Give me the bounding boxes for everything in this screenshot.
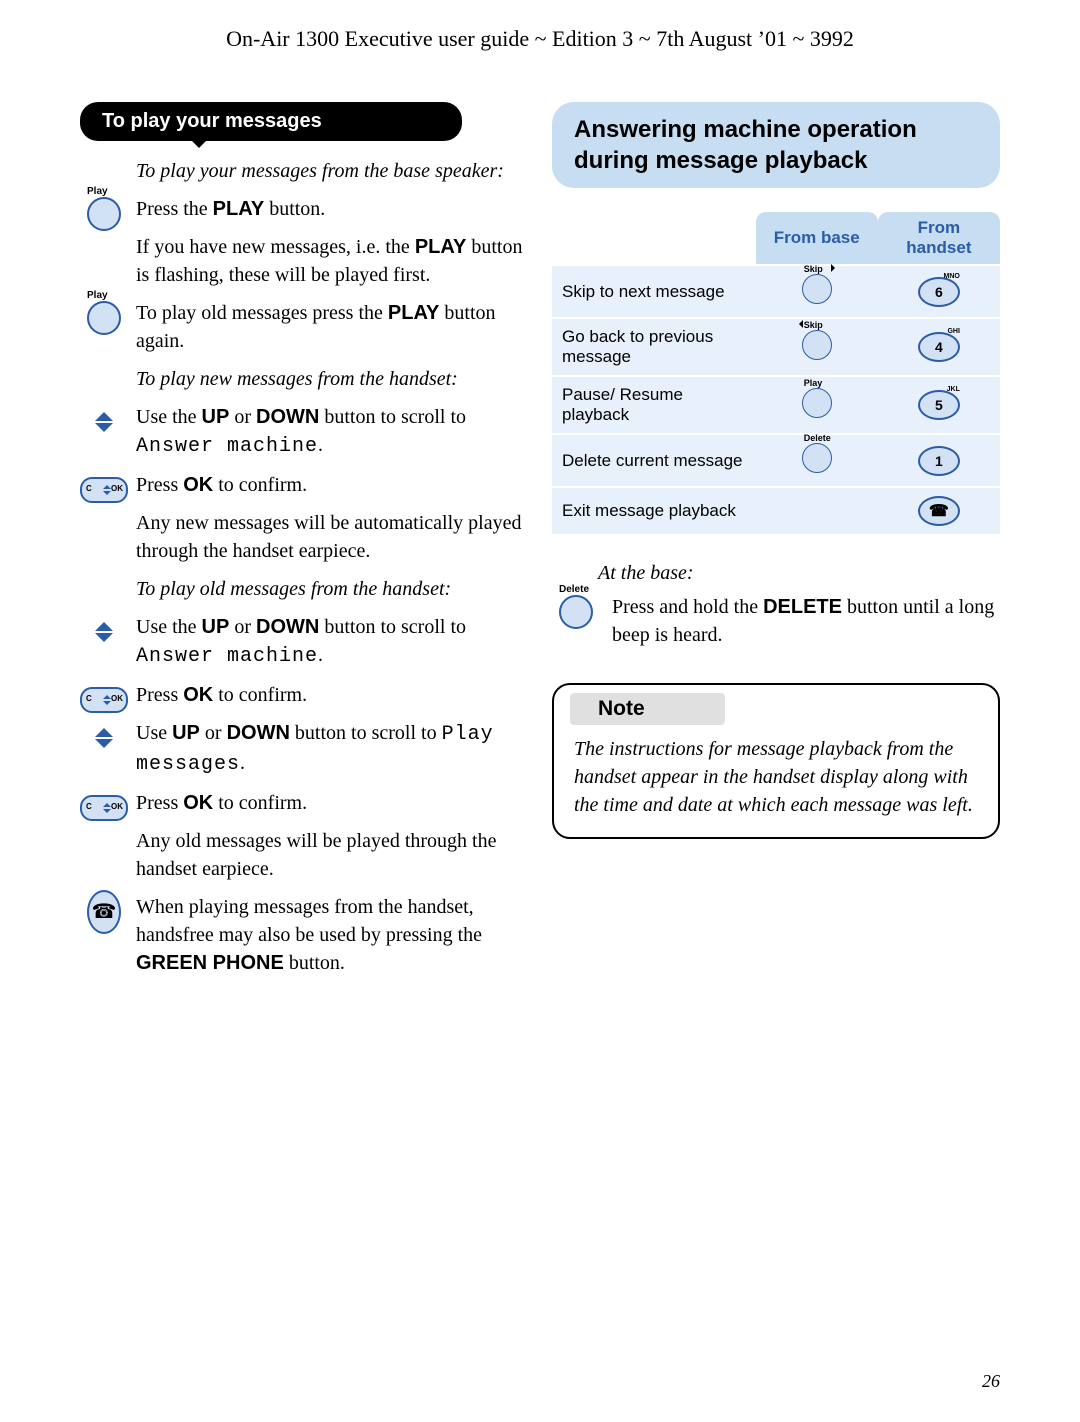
table-row: Exit message playback ☎ bbox=[552, 487, 1000, 535]
note-body: The instructions for message playback fr… bbox=[574, 735, 978, 819]
page-number: 26 bbox=[982, 1371, 1000, 1392]
key-4-icon: 4GHI bbox=[918, 332, 960, 362]
table-row: Delete current message Delete 1 bbox=[552, 434, 1000, 487]
note-box: Note The instructions for message playba… bbox=[552, 683, 1000, 839]
ok-pill-icon bbox=[80, 471, 128, 509]
handsfree-note: ☎ When playing messages from the handset… bbox=[136, 893, 528, 977]
auto-play-note: Any new messages will be automatically p… bbox=[136, 509, 528, 565]
scroll-answer-1: Use the UP or DOWN button to scroll to A… bbox=[136, 403, 528, 461]
subhead-new-handset: To play new messages from the handset: bbox=[136, 365, 528, 393]
subhead-base-speaker: To play your messages from the base spea… bbox=[136, 157, 528, 185]
col-from-handset: From handset bbox=[878, 212, 1000, 265]
old-play-note: Any old messages will be played through … bbox=[136, 827, 528, 883]
ok-pill-icon bbox=[80, 789, 128, 827]
key-5-icon: 5JKL bbox=[918, 390, 960, 420]
press-ok-2: Press OK to confirm. bbox=[136, 681, 528, 709]
section-heading: Answering machine operation during messa… bbox=[552, 102, 1000, 188]
callout-tab: To play your messages bbox=[80, 102, 462, 141]
hangup-icon: ☎ bbox=[918, 496, 960, 526]
ok-pill-icon bbox=[80, 681, 128, 719]
left-column: To play your messages To play your messa… bbox=[80, 102, 528, 987]
press-play: Play Press the PLAY button. bbox=[136, 195, 528, 223]
updown-icon bbox=[80, 403, 128, 441]
green-phone-icon: ☎ bbox=[80, 893, 128, 931]
delete-hold-row: Delete Press and hold the DELETE button … bbox=[552, 593, 1000, 649]
table-row: Skip to next message Skip 6MNO bbox=[552, 265, 1000, 318]
running-header: On-Air 1300 Executive user guide ~ Editi… bbox=[80, 26, 1000, 52]
right-column: Answering machine operation during messa… bbox=[552, 102, 1000, 987]
skip-prev-icon: Skip bbox=[802, 330, 832, 360]
delete-button-icon: Delete bbox=[552, 593, 600, 631]
key-1-icon: 1 bbox=[918, 446, 960, 476]
new-msg-note: If you have new messages, i.e. the PLAY … bbox=[136, 233, 528, 289]
key-6-icon: 6MNO bbox=[918, 277, 960, 307]
note-heading: Note bbox=[570, 693, 725, 725]
scroll-answer-2: Use the UP or DOWN button to scroll to A… bbox=[136, 613, 528, 671]
press-ok-1: Press OK to confirm. bbox=[136, 471, 528, 499]
table-row: Pause/ Resume playback Play 5JKL bbox=[552, 376, 1000, 434]
col-from-base: From base bbox=[756, 212, 878, 265]
operations-table: From base From handset Skip to next mess… bbox=[552, 212, 1000, 536]
play-button-icon: Play bbox=[80, 299, 128, 337]
subhead-old-handset: To play old messages from the handset: bbox=[136, 575, 528, 603]
table-row: Go back to previous message Skip 4GHI bbox=[552, 318, 1000, 376]
scroll-play: Use UP or DOWN button to scroll to Play … bbox=[136, 719, 528, 779]
press-ok-3: Press OK to confirm. bbox=[136, 789, 528, 817]
updown-icon bbox=[80, 613, 128, 651]
play-pause-icon: Play bbox=[802, 388, 832, 418]
delete-icon: Delete bbox=[802, 443, 832, 473]
skip-next-icon: Skip bbox=[802, 274, 832, 304]
updown-icon bbox=[80, 719, 128, 757]
play-button-icon: Play bbox=[80, 195, 128, 233]
at-the-base-heading: At the base: bbox=[598, 562, 1000, 585]
old-msg-note: Play To play old messages press the PLAY… bbox=[136, 299, 528, 355]
